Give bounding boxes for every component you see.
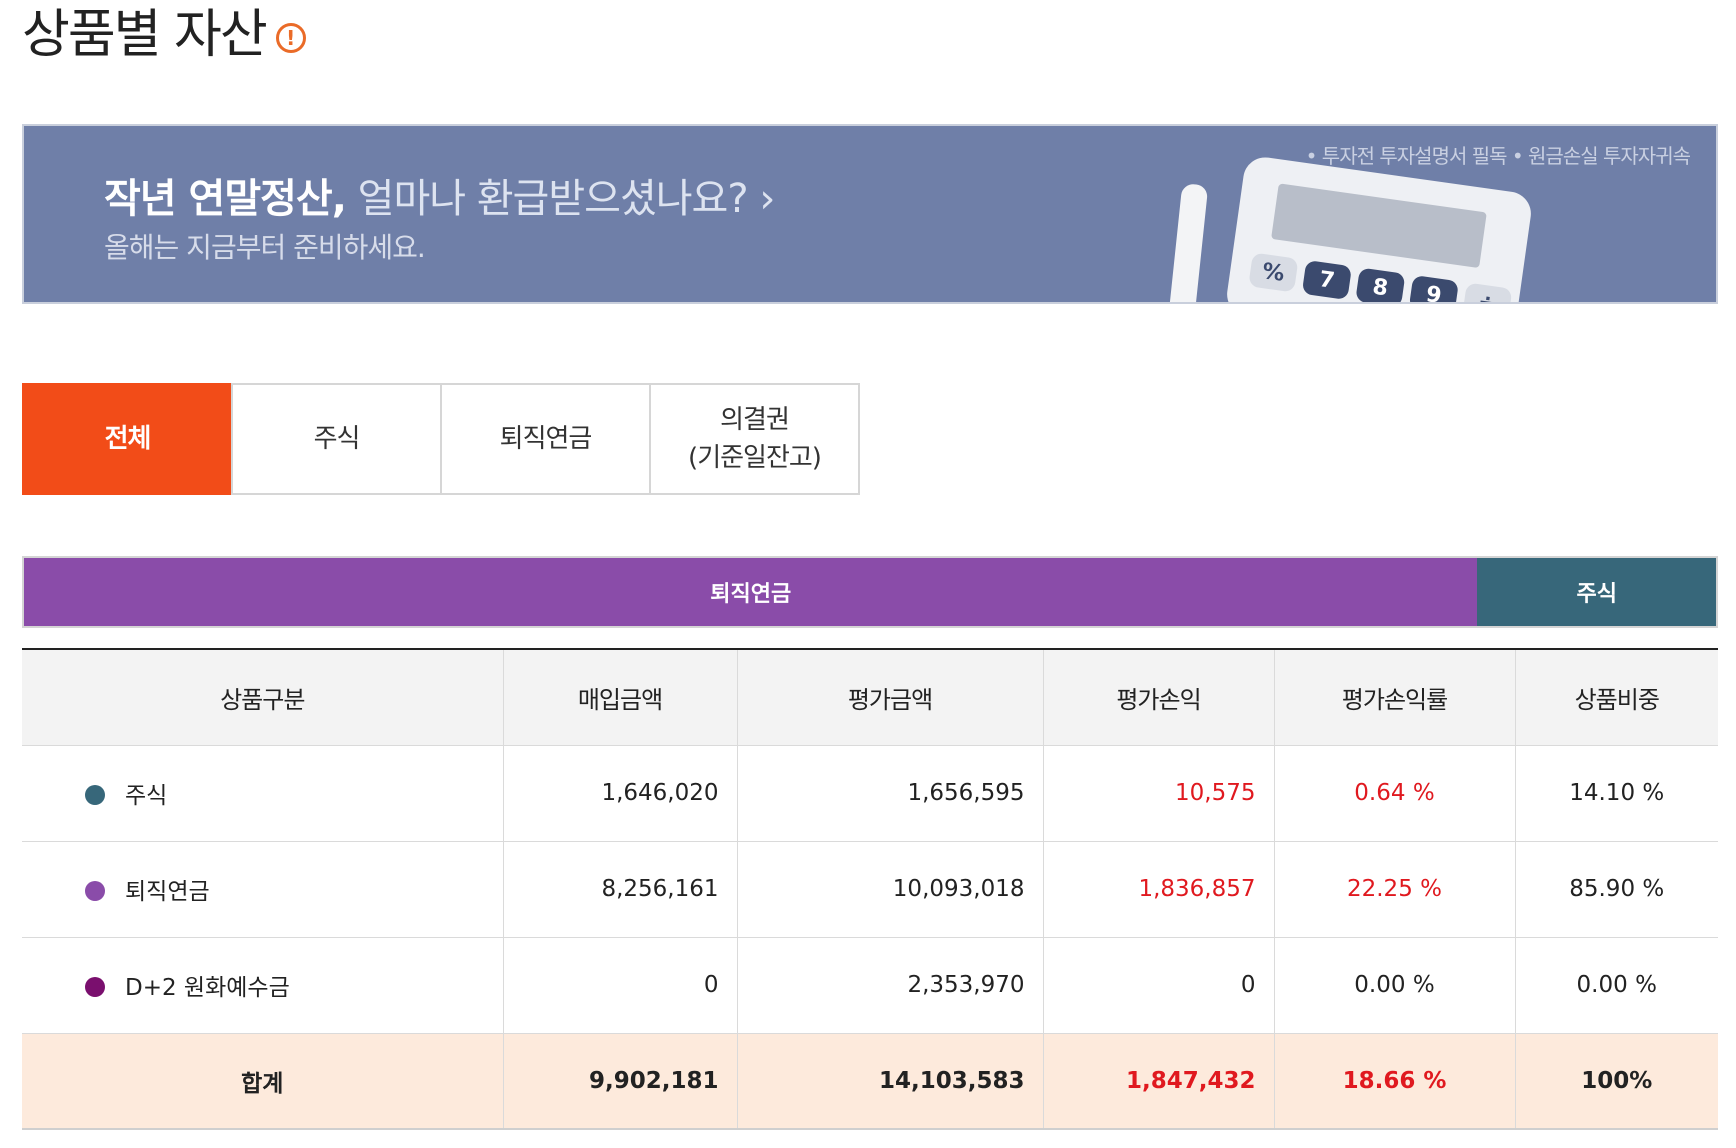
calculator-key: 9 <box>1408 274 1459 302</box>
profit-loss: 0 <box>1042 937 1274 1034</box>
column-header: 평가금액 <box>736 649 1043 746</box>
banner-headline-strong: 작년 연말정산, <box>104 176 347 222</box>
column-header: 상품구분 <box>22 649 503 746</box>
valuation-amount: 10,093,018 <box>736 841 1043 938</box>
asset-weight: 0.00 % <box>1514 937 1718 1034</box>
legend-dot-icon <box>85 784 105 805</box>
table-row: 퇴직연금 8,256,161 10,093,018 1,836,857 22.25 % 8… <box>22 841 1718 938</box>
profit-loss-rate: 0.00 % <box>1273 937 1515 1034</box>
calculator-illustration: % 7 8 9 ÷ <box>1224 154 1534 302</box>
tab-1[interactable]: 주식 <box>231 383 442 495</box>
page-title: 상품별 자산 <box>22 5 268 65</box>
asset-name-cell: D+2 원화예수금 <box>22 937 503 1034</box>
calculator-key: 7 <box>1301 259 1353 301</box>
column-header: 평가손익률 <box>1273 649 1515 746</box>
valuation-amount: 1,656,595 <box>736 745 1043 842</box>
table-row: D+2 원화예수금 0 2,353,970 0 0.00 % 0.00 % <box>22 937 1718 1034</box>
asset-name: 주식 <box>125 783 168 809</box>
legend-dot-icon <box>85 976 105 997</box>
column-header: 상품비중 <box>1514 649 1718 746</box>
banner-headline: 작년 연말정산, 얼마나 환급받으셨나요? › <box>104 166 775 224</box>
table-row: 주식 1,646,020 1,656,595 10,575 0.64 % 14.10 % <box>22 745 1718 842</box>
asset-table-container: 상품구분 매입금액 평가금액 평가손익 평가손익률 상품비중 주식 1,646,0… <box>22 648 1718 1130</box>
banner-headline-light: 얼마나 환급받으셨나요? <box>357 176 749 222</box>
tab-3[interactable]: 의결권 (기준일잔고) <box>649 383 860 495</box>
calculator-key: 8 <box>1355 267 1406 302</box>
tab-2[interactable]: 퇴직연금 <box>440 383 651 495</box>
asset-name: D+2 원화예수금 <box>125 975 290 1001</box>
asset-table: 상품구분 매입금액 평가금액 평가손익 평가손익률 상품비중 주식 1,646,0… <box>22 648 1718 1130</box>
asset-weight: 14.10 % <box>1514 745 1718 842</box>
asset-name-cell: 퇴직연금 <box>22 841 503 938</box>
banner-subtext: 올해는 지금부터 준비하세요. <box>104 231 426 264</box>
total-purchase: 9,902,181 <box>502 1033 737 1130</box>
purchase-amount: 0 <box>502 937 737 1034</box>
table-header-row: 상품구분 매입금액 평가금액 평가손익 평가손익률 상품비중 <box>22 649 1718 746</box>
total-row: 합계 9,902,181 14,103,583 1,847,432 18.66 % 100… <box>22 1033 1718 1130</box>
total-label: 합계 <box>22 1033 503 1130</box>
asset-tabs: 전체 주식 퇴직연금 의결권 (기준일잔고) <box>22 383 860 495</box>
asset-name-cell: 주식 <box>22 745 503 842</box>
valuation-amount: 2,353,970 <box>736 937 1043 1034</box>
asset-weight: 85.90 % <box>1514 841 1718 938</box>
allocation-segment[interactable]: 퇴직연금 <box>24 558 1478 626</box>
allocation-bar: 퇴직연금 주식 <box>22 556 1718 628</box>
purchase-amount: 8,256,161 <box>502 841 737 938</box>
calculator-key: ÷ <box>1462 282 1513 302</box>
asset-name: 퇴직연금 <box>125 879 210 905</box>
profit-loss-rate: 22.25 % <box>1273 841 1515 938</box>
profit-loss: 1,836,857 <box>1042 841 1274 938</box>
profit-loss: 10,575 <box>1042 745 1274 842</box>
column-header: 평가손익 <box>1042 649 1274 746</box>
legend-dot-icon <box>85 880 105 901</box>
allocation-segment[interactable]: 주식 <box>1477 558 1716 626</box>
total-profit-loss: 1,847,432 <box>1042 1033 1274 1130</box>
total-valuation: 14,103,583 <box>736 1033 1043 1130</box>
total-weight: 100% <box>1514 1033 1718 1130</box>
promo-banner[interactable]: 작년 연말정산, 얼마나 환급받으셨나요? › 올해는 지금부터 준비하세요. … <box>22 124 1718 304</box>
calculator-screen <box>1271 183 1487 269</box>
chevron-right-icon: › <box>759 176 775 222</box>
profit-loss-rate: 0.64 % <box>1273 745 1515 842</box>
calculator-key: % <box>1248 252 1299 293</box>
page-header: 상품별 자산 ! <box>22 0 306 70</box>
banner-disclaimer: • 투자전 투자설명서 필독 • 원금손실 투자자귀속 <box>1305 144 1691 168</box>
purchase-amount: 1,646,020 <box>502 745 737 842</box>
total-profit-loss-rate: 18.66 % <box>1273 1033 1515 1130</box>
alert-circle-icon[interactable]: ! <box>275 23 306 53</box>
pen-illustration <box>1165 183 1209 302</box>
column-header: 매입금액 <box>502 649 737 746</box>
tab-0[interactable]: 전체 <box>22 383 233 495</box>
